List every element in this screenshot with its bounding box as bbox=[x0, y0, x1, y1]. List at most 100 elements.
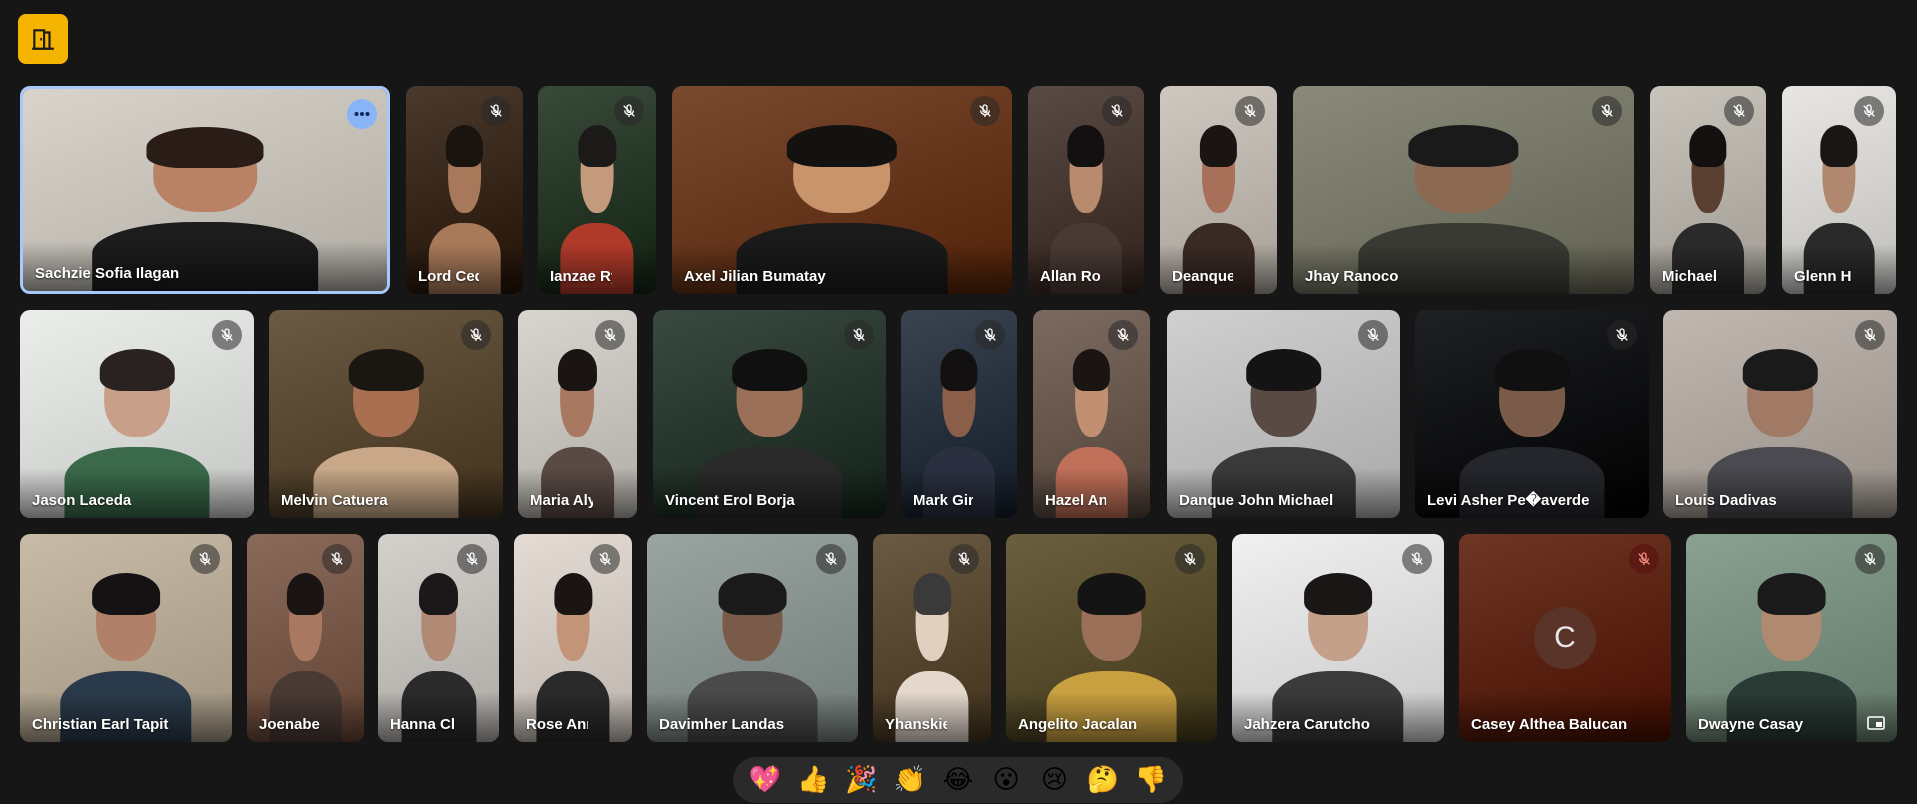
participant-tile[interactable]: Dwayne Casay bbox=[1686, 534, 1897, 742]
mic-off-icon bbox=[1235, 96, 1265, 126]
participant-tile[interactable]: Hanna Cl... bbox=[378, 534, 499, 742]
participant-name: Lord Ced... bbox=[418, 268, 479, 285]
mic-off-icon bbox=[590, 544, 620, 574]
participant-tile[interactable]: Ianzae Ry... bbox=[538, 86, 656, 294]
mic-off-icon bbox=[1102, 96, 1132, 126]
participant-name: Louis Dadivas bbox=[1675, 492, 1777, 509]
participant-name: Christian Earl Tapit bbox=[32, 716, 169, 733]
mic-off-icon bbox=[816, 544, 846, 574]
thumbs-down-reaction-button[interactable]: 👎 bbox=[1131, 760, 1171, 800]
participant-row-3: Christian Earl Tapit Joenabel... Hanna C… bbox=[0, 534, 1917, 742]
tears-of-joy-reaction-button[interactable]: 😂 bbox=[938, 760, 978, 800]
participant-tile[interactable]: Glenn He... bbox=[1782, 86, 1896, 294]
participant-name: Glenn He... bbox=[1794, 268, 1852, 285]
crying-reaction-button[interactable]: 😢 bbox=[1034, 760, 1074, 800]
participant-tile[interactable]: Axel Jilian Bumatay bbox=[672, 86, 1012, 294]
thinking-reaction-button[interactable]: 🤔 bbox=[1083, 760, 1123, 800]
participant-name: Melvin Catuera bbox=[281, 492, 388, 509]
participant-tile[interactable]: Christian Earl Tapit bbox=[20, 534, 232, 742]
participant-tile[interactable]: Joenabel... bbox=[247, 534, 364, 742]
mic-off-icon bbox=[457, 544, 487, 574]
more-options-icon[interactable] bbox=[347, 99, 377, 129]
participant-name: Allan Roi ... bbox=[1040, 268, 1100, 285]
mic-off-icon bbox=[1854, 96, 1884, 126]
mic-off-icon bbox=[1402, 544, 1432, 574]
mic-off-icon bbox=[1629, 544, 1659, 574]
participant-name: Michael ... bbox=[1662, 268, 1722, 285]
participant-name: Levi Asher Pe�averde bbox=[1427, 492, 1590, 509]
participant-tile[interactable]: Vincent Erol Borja bbox=[653, 310, 886, 518]
participant-row-2: Jason Laceda Melvin Catuera Maria Aly...… bbox=[0, 310, 1917, 518]
participant-row-1: Sachzie Sofia Ilagan Lord Ced... Ianzae … bbox=[0, 86, 1917, 294]
participant-name: Yhanskie ... bbox=[885, 716, 947, 733]
participant-tile[interactable]: Rose Ann... bbox=[514, 534, 632, 742]
participant-tile[interactable]: Lord Ced... bbox=[406, 86, 523, 294]
participant-name: Joenabel... bbox=[259, 716, 320, 733]
participant-name: Rose Ann... bbox=[526, 716, 588, 733]
participant-name: Hanna Cl... bbox=[390, 716, 455, 733]
mic-off-icon bbox=[1358, 320, 1388, 350]
mic-off-icon bbox=[1724, 96, 1754, 126]
surprised-reaction-button[interactable]: 😮 bbox=[986, 760, 1026, 800]
participant-name: Jason Laceda bbox=[32, 492, 132, 509]
participant-tile[interactable]: Jhay Ranoco bbox=[1293, 86, 1634, 294]
participant-tile[interactable]: Melvin Catuera bbox=[269, 310, 503, 518]
mic-off-icon bbox=[844, 320, 874, 350]
mic-off-icon bbox=[975, 320, 1005, 350]
mic-off-icon bbox=[1108, 320, 1138, 350]
avatar: C bbox=[1534, 607, 1596, 669]
mic-off-icon bbox=[949, 544, 979, 574]
mic-off-icon bbox=[461, 320, 491, 350]
participant-tile[interactable]: Jahzera Carutcho bbox=[1232, 534, 1444, 742]
party-popper-reaction-button[interactable]: 🎉 bbox=[842, 760, 882, 800]
mic-off-icon bbox=[1855, 544, 1885, 574]
participant-name: Ianzae Ry... bbox=[550, 268, 612, 285]
mic-off-icon bbox=[595, 320, 625, 350]
participant-name: Danque John Michael bbox=[1179, 492, 1334, 509]
mic-off-icon bbox=[212, 320, 242, 350]
participant-tile[interactable]: Deanque... bbox=[1160, 86, 1277, 294]
participant-name: Casey Althea Balucan bbox=[1471, 716, 1627, 733]
pip-icon[interactable] bbox=[1865, 714, 1887, 732]
participant-name: Vincent Erol Borja bbox=[665, 492, 795, 509]
participant-tile[interactable]: Davimher Landas bbox=[647, 534, 858, 742]
participant-name: Jhay Ranoco bbox=[1305, 268, 1399, 285]
participant-tile[interactable]: Maria Aly... bbox=[518, 310, 637, 518]
mic-off-icon bbox=[1607, 320, 1637, 350]
mic-off-icon bbox=[190, 544, 220, 574]
participant-name: Hazel An... bbox=[1045, 492, 1106, 509]
participant-name: Maria Aly... bbox=[530, 492, 593, 509]
participant-grid: Sachzie Sofia Ilagan Lord Ced... Ianzae … bbox=[0, 0, 1917, 750]
participant-name: Axel Jilian Bumatay bbox=[684, 268, 826, 285]
participant-tile[interactable]: Hazel An... bbox=[1033, 310, 1150, 518]
mic-off-icon bbox=[970, 96, 1000, 126]
participant-tile[interactable]: C Casey Althea Balucan bbox=[1459, 534, 1671, 742]
participant-tile[interactable]: Danque John Michael bbox=[1167, 310, 1400, 518]
mic-off-icon bbox=[614, 96, 644, 126]
participant-tile[interactable]: Jason Laceda bbox=[20, 310, 254, 518]
mic-off-icon bbox=[322, 544, 352, 574]
participant-name: Angelito Jacalan bbox=[1018, 716, 1138, 733]
participant-tile[interactable]: Louis Dadivas bbox=[1663, 310, 1897, 518]
participant-name: Deanque... bbox=[1172, 268, 1233, 285]
participant-tile[interactable]: Angelito Jacalan bbox=[1006, 534, 1217, 742]
sparkling-heart-reaction-button[interactable]: 💖 bbox=[745, 760, 785, 800]
reactions-bar: 💖 👍 🎉 👏 😂 😮 😢 🤔 👎 bbox=[733, 757, 1183, 803]
participant-tile[interactable]: Sachzie Sofia Ilagan bbox=[20, 86, 390, 294]
participant-tile[interactable]: Michael ... bbox=[1650, 86, 1766, 294]
participant-tile[interactable]: Levi Asher Pe�averde bbox=[1415, 310, 1649, 518]
mic-off-icon bbox=[481, 96, 511, 126]
clapping-hands-reaction-button[interactable]: 👏 bbox=[890, 760, 930, 800]
mic-off-icon bbox=[1175, 544, 1205, 574]
participant-name: Jahzera Carutcho bbox=[1244, 716, 1370, 733]
participant-tile[interactable]: Mark Gir... bbox=[901, 310, 1017, 518]
participant-name: Davimher Landas bbox=[659, 716, 785, 733]
mic-off-icon bbox=[1855, 320, 1885, 350]
mic-off-icon bbox=[1592, 96, 1622, 126]
participant-tile[interactable]: Allan Roi ... bbox=[1028, 86, 1144, 294]
thumbs-up-reaction-button[interactable]: 👍 bbox=[793, 760, 833, 800]
participant-tile[interactable]: Yhanskie ... bbox=[873, 534, 991, 742]
participant-name: Dwayne Casay bbox=[1698, 716, 1804, 733]
participant-name: Sachzie Sofia Ilagan bbox=[35, 265, 180, 282]
participant-name: Mark Gir... bbox=[913, 492, 973, 509]
